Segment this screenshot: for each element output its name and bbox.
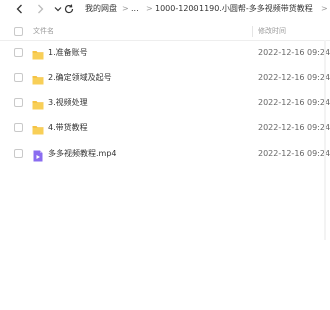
column-header-name[interactable]: 文件名 <box>33 27 54 36</box>
breadcrumb-separator: > <box>190 4 197 13</box>
file-date: 2022-12-16 09:24 <box>258 123 330 132</box>
row-checkbox[interactable] <box>14 123 23 132</box>
file-date: 2022-12-16 09:24 <box>258 149 330 158</box>
file-name[interactable]: 多多视频教程.mp4 <box>48 149 117 159</box>
row-checkbox[interactable] <box>14 98 23 107</box>
folder-icon <box>32 96 44 110</box>
file-date: 2022-12-16 09:24 <box>258 73 330 82</box>
refresh-icon[interactable] <box>62 2 76 16</box>
breadcrumb-item-current[interactable]: 1190.小圆帮-多多视频带货教程 <box>199 4 313 14</box>
folder-icon <box>32 46 44 60</box>
breadcrumb-item-root[interactable]: 我的网盘 <box>85 4 117 14</box>
breadcrumb-separator: > <box>321 4 328 13</box>
row-checkbox[interactable] <box>14 149 23 158</box>
row-checkbox[interactable] <box>14 73 23 82</box>
file-name[interactable]: 3.视频处理 <box>48 98 88 108</box>
file-name[interactable]: 4.带货教程 <box>48 123 88 133</box>
file-row[interactable]: 3.视频处理 2022-12-16 09:24 <box>0 90 330 115</box>
file-row[interactable]: 4.带货教程 2022-12-16 09:24 <box>0 115 330 140</box>
chevron-left-icon[interactable] <box>13 2 27 16</box>
row-checkbox[interactable] <box>14 48 23 57</box>
toolbar: 我的网盘 > ... > 1000-1200 > 1190.小圆帮-多多视频带货… <box>0 0 330 20</box>
file-row[interactable]: 1.准备账号 2022-12-16 09:24 <box>0 40 330 65</box>
chevron-right-icon[interactable] <box>33 2 47 16</box>
file-name[interactable]: 2.确定领域及起号 <box>48 73 112 83</box>
folder-icon <box>32 71 44 85</box>
select-all-checkbox[interactable] <box>14 27 23 36</box>
file-row[interactable]: 多多视频教程.mp4 2022-12-16 09:24 <box>0 141 330 166</box>
column-divider[interactable] <box>252 26 253 37</box>
breadcrumb-separator: > <box>146 4 153 13</box>
file-date: 2022-12-16 09:24 <box>258 48 330 57</box>
file-list-header: 文件名 修改时间 <box>0 22 330 41</box>
breadcrumb-item-ellipsis[interactable]: ... <box>131 4 139 14</box>
folder-icon <box>32 121 44 135</box>
file-name[interactable]: 1.准备账号 <box>48 48 88 58</box>
video-file-icon <box>32 147 44 162</box>
file-date: 2022-12-16 09:24 <box>258 98 330 107</box>
scrollbar[interactable] <box>324 40 326 240</box>
breadcrumb-separator: > <box>122 4 129 13</box>
column-header-date[interactable]: 修改时间 <box>258 27 286 36</box>
file-row[interactable]: 2.确定领域及起号 2022-12-16 09:24 <box>0 65 330 90</box>
